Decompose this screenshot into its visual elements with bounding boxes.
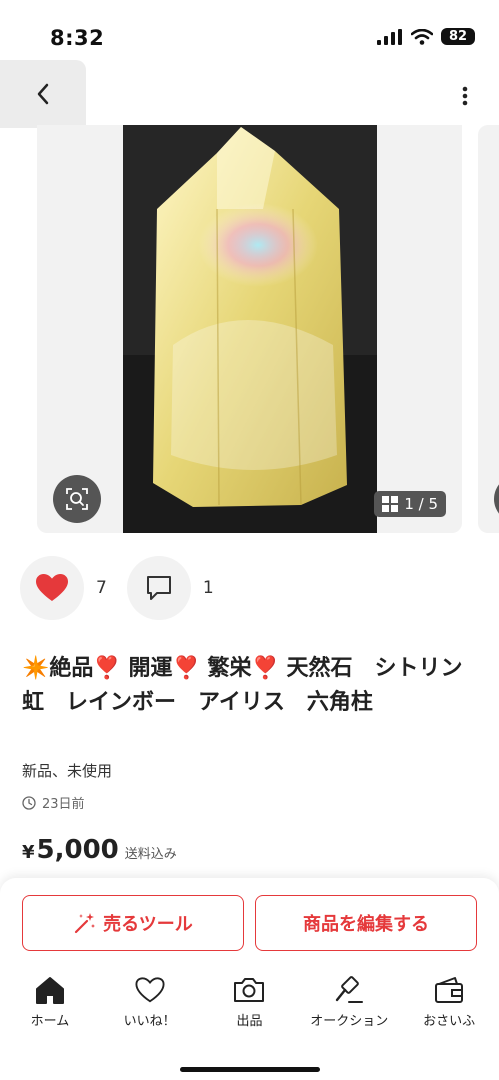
heart-filled-icon [36,574,68,601]
tab-home[interactable]: ホーム [2,976,98,1029]
tab-auction[interactable]: オークション [301,976,397,1029]
back-button[interactable] [0,60,86,128]
tab-wallet-label: おさいふ [423,1014,476,1029]
posted-time: 23日前 [22,793,85,812]
edit-item-label: 商品を編集する [303,914,429,935]
camera-icon [234,978,265,1002]
comment-icon [146,576,171,600]
wallet-icon [435,977,464,1003]
price: ¥ 5,000 送料込み [22,835,177,865]
comment-count: 1 [202,578,214,598]
product-photo[interactable] [123,125,377,533]
clock-icon [22,795,36,810]
magic-wand-icon [75,913,96,934]
tab-likes[interactable]: いいね！ [102,976,198,1029]
chevron-left-icon [37,83,49,105]
tab-likes-label: いいね！ [123,1014,176,1029]
like-count: 7 [96,578,107,598]
heart-outline-icon [135,977,165,1003]
citrine-crystal-image [123,125,377,533]
like-button[interactable] [20,556,84,620]
cellular-signal-icon [377,28,402,45]
gavel-icon [336,976,364,1003]
tab-auction-label: オークション [310,1014,389,1029]
posted-time-text: 23日前 [42,797,85,812]
status-bar: 8:32 82 [0,0,499,60]
item-condition: 新品、未使用 [22,762,113,780]
battery-indicator: 82 [441,28,475,45]
bottom-panel: 売るツール 商品を編集する ホーム いいね！ 出品 オークション おさいふ [0,878,499,1080]
currency-symbol: ¥ [22,842,35,863]
status-time: 8:32 [50,26,105,50]
reactions-row: 7 1 [20,556,234,620]
home-indicator [180,1067,320,1072]
comment-button[interactable] [126,556,191,620]
shipping-note: 送料込み [124,847,177,862]
image-carousel[interactable]: 1 / 5 [37,125,462,533]
zoom-button[interactable] [53,475,101,523]
item-title: ✴️絶品❣️ 開運❣️ 繁栄❣️ 天然石 シトリン 虹 レインボー アイリス 六… [22,656,485,715]
tab-wallet[interactable]: おさいふ [401,976,497,1029]
zoom-search-icon [66,488,88,510]
edit-item-button[interactable]: 商品を編集する [255,895,477,951]
wifi-icon [411,28,433,45]
image-counter[interactable]: 1 / 5 [374,491,446,517]
sell-tool-button[interactable]: 売るツール [22,895,244,951]
more-options-button[interactable] [453,80,477,112]
sell-tool-label: 売るツール [103,914,193,935]
tab-listing[interactable]: 出品 [201,976,297,1029]
grid-icon [382,496,399,512]
home-icon [35,977,64,1004]
tab-listing-label: 出品 [236,1014,263,1029]
price-value: 5,000 [36,835,119,865]
next-image-zoom-icon [494,484,499,514]
more-vertical-icon [462,86,468,106]
tab-home-label: ホーム [30,1014,70,1029]
image-counter-text: 1 / 5 [404,495,438,513]
tab-bar: ホーム いいね！ 出品 オークション おさいふ [0,976,499,1029]
next-image-peek[interactable] [478,125,499,533]
